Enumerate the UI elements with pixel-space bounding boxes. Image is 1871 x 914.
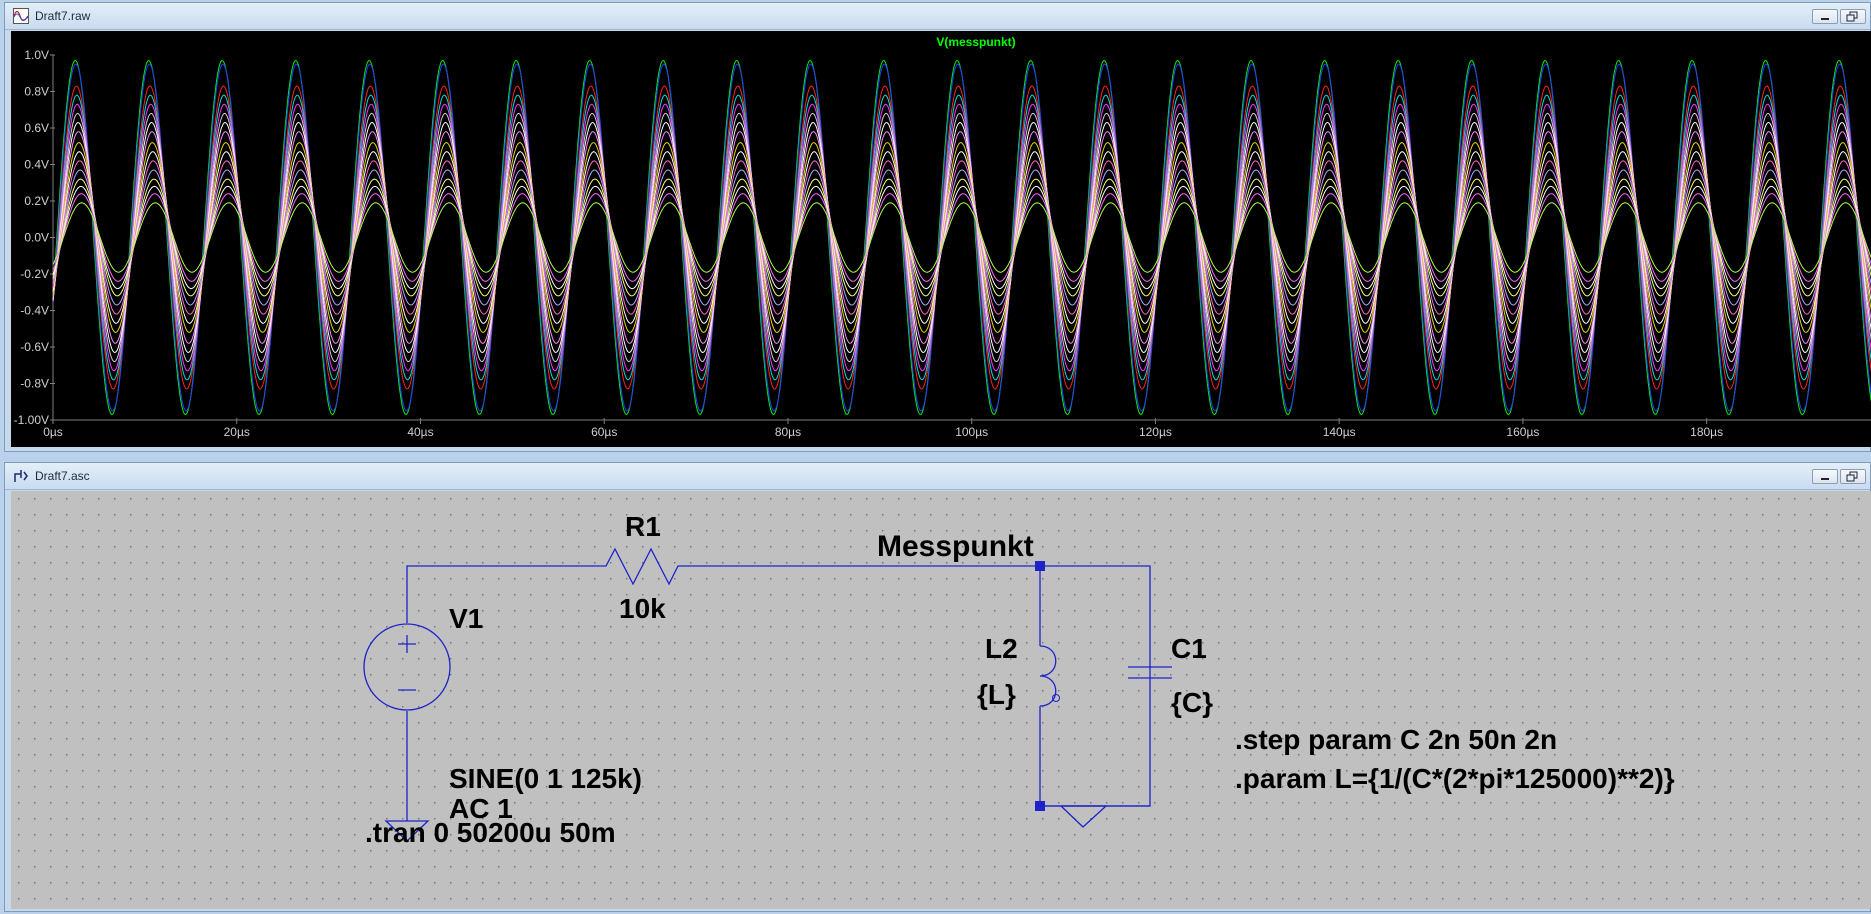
l2-value-label[interactable]: {L} [977,679,1016,710]
minimize-button[interactable] [1812,469,1838,484]
y-tick-label: 0.6V [24,121,49,135]
c1-value-label[interactable]: {C} [1171,687,1213,718]
param-directive[interactable]: .param L={1/(C*(2*pi*125000)**2)} [1235,763,1675,794]
waveform-window-titlebar[interactable]: Draft7.raw [5,3,1870,30]
tran-directive[interactable]: .tran 0 50200u 50m [365,817,616,848]
y-tick-label: -0.4V [20,304,49,318]
node-label-messpunkt[interactable]: Messpunkt [877,530,1034,563]
x-tick-label: 60µs [591,425,617,439]
minimize-icon [1821,18,1829,20]
y-tick-label: 0.4V [24,158,49,172]
x-tick-label: 180µs [1690,425,1723,439]
r1-value-label[interactable]: 10k [619,593,666,624]
x-tick-label: 0µs [43,425,63,439]
y-tick-label: -0.6V [20,340,49,354]
minimize-button[interactable] [1812,9,1838,24]
junction-messpunkt[interactable] [1035,561,1045,571]
waveform-window[interactable]: Draft7.raw V(messpunkt) 1.0V 0.8V 0.6V 0.4V… [4,2,1871,452]
x-tick-label: 160µs [1506,425,1539,439]
v1-name-label[interactable]: V1 [449,603,483,634]
x-tick-label: 80µs [775,425,801,439]
schematic-canvas[interactable]: R1 10k Messpunkt V1 L2 {L} C1 {C} .step … [11,491,1871,909]
l2-name-label[interactable]: L2 [985,633,1018,664]
restore-icon [1846,11,1858,22]
restore-button[interactable] [1840,469,1866,484]
window-title: Draft7.asc [35,469,90,483]
step-directive[interactable]: .step param C 2n 50n 2n [1235,724,1557,755]
y-tick-label: 0.2V [24,194,49,208]
waveform-plot[interactable]: V(messpunkt) 1.0V 0.8V 0.6V 0.4V 0.2V 0.0V -0.… [11,31,1871,447]
y-tick-label: 0.8V [24,85,49,99]
x-tick-label: 120µs [1139,425,1172,439]
source-function-label[interactable]: SINE(0 1 125k) [449,763,642,794]
y-tick-label: -0.2V [20,267,49,281]
waveform-icon [13,8,29,24]
x-tick-label: 100µs [955,425,988,439]
junction-ground[interactable] [1035,801,1045,811]
minimize-icon [1821,478,1829,480]
window-title: Draft7.raw [35,9,91,23]
schematic-window-titlebar[interactable]: Draft7.asc [5,463,1870,490]
r1-name-label[interactable]: R1 [625,511,661,542]
y-tick-label: 1.0V [24,48,49,62]
schematic-window[interactable]: Draft7.asc R1 10k Messpunkt V1 L2 {L} C1… [4,462,1871,912]
y-tick-label: -0.8V [20,377,49,391]
trace-title[interactable]: V(messpunkt) [936,35,1015,49]
y-tick-label: 0.0V [24,231,49,245]
x-tick-label: 40µs [407,425,433,439]
schematic-icon [14,470,28,482]
x-tick-label: 140µs [1323,425,1356,439]
x-tick-label: 20µs [224,425,250,439]
c1-name-label[interactable]: C1 [1171,633,1207,664]
restore-icon [1846,471,1858,482]
restore-button[interactable] [1840,9,1866,24]
